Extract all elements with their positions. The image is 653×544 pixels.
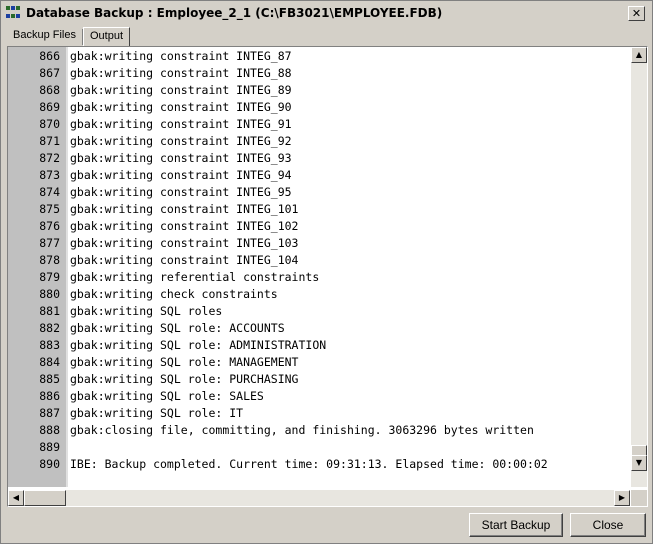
output-line: gbak:writing constraint INTEG_88 [70,66,292,80]
scroll-left-button[interactable]: ◀ [8,490,24,506]
output-line: gbak:closing file, committing, and finis… [70,423,534,437]
output-line: gbak:writing constraint INTEG_92 [70,134,292,148]
horizontal-scrollbar[interactable]: ◀ ▶ [8,490,630,506]
output-line: gbak:writing SQL role: ACCOUNTS [70,321,285,335]
output-line: gbak:writing constraint INTEG_90 [70,100,292,114]
output-line: gbak:writing constraint INTEG_93 [70,151,292,165]
output-line: gbak:writing constraint INTEG_102 [70,219,299,233]
window-title: Database Backup : Employee_2_1 (C:\FB302… [26,6,443,20]
output-line: gbak:writing SQL role: ADMINISTRATION [70,338,327,352]
line-number: 880 [39,287,60,301]
output-line: gbak:writing constraint INTEG_91 [70,117,292,131]
output-line: gbak:writing SQL role: MANAGEMENT [70,355,299,369]
line-number-gutter: 866 867 868 869 870 871 872 873 874 875 … [8,47,68,487]
close-window-button[interactable]: ✕ [628,6,645,21]
line-number: 884 [39,355,60,369]
output-line: gbak:writing constraint INTEG_94 [70,168,292,182]
line-number: 872 [39,151,60,165]
scroll-down-button[interactable]: ▼ [631,455,647,471]
scroll-right-button[interactable]: ▶ [614,490,630,506]
line-number: 870 [39,117,60,131]
close-button[interactable]: Close [570,513,646,537]
line-number: 890 [39,457,60,471]
scroll-up-button[interactable]: ▲ [631,47,647,63]
output-line: gbak:writing constraint INTEG_95 [70,185,292,199]
line-number: 881 [39,304,60,318]
output-line: gbak:writing constraint INTEG_103 [70,236,299,250]
line-number: 869 [39,100,60,114]
output-line: gbak:writing constraint INTEG_101 [70,202,299,216]
line-number: 874 [39,185,60,199]
title-bar: Database Backup : Employee_2_1 (C:\FB302… [3,3,650,23]
output-text-area[interactable]: gbak:writing constraint INTEG_87 gbak:wr… [70,47,630,487]
output-line: gbak:writing constraint INTEG_89 [70,83,292,97]
line-number: 868 [39,83,60,97]
line-number: 867 [39,66,60,80]
database-backup-icon [6,6,22,20]
start-backup-button[interactable]: Start Backup [469,513,563,537]
output-line: gbak:writing constraint INTEG_87 [70,49,292,63]
arrow-down-icon: ▼ [635,458,643,467]
tab-backup-files[interactable]: Backup Files [7,27,82,45]
line-number: 879 [39,270,60,284]
tab-bar: Backup Files Output [7,27,131,46]
line-number: 866 [39,49,60,63]
output-line: gbak:writing SQL roles [70,304,223,318]
output-line: gbak:writing SQL role: SALES [70,389,264,403]
output-line: gbak:writing SQL role: PURCHASING [70,372,299,386]
line-number: 886 [39,389,60,403]
line-number: 878 [39,253,60,267]
line-number: 877 [39,236,60,250]
arrow-left-icon: ◀ [12,493,20,502]
line-number: 875 [39,202,60,216]
output-line: gbak:writing referential constraints [70,270,320,284]
scrollbar-corner [631,490,647,506]
tab-output[interactable]: Output [82,27,131,46]
output-line: gbak:writing constraint INTEG_104 [70,253,299,267]
horizontal-scroll-thumb[interactable] [24,490,66,506]
arrow-up-icon: ▲ [635,50,643,59]
line-number: 876 [39,219,60,233]
output-editor[interactable]: 866 867 868 869 870 871 872 873 874 875 … [7,46,648,507]
close-icon: ✕ [631,7,642,20]
output-line: IBE: Backup completed. Current time: 09:… [70,457,548,471]
line-number: 889 [39,440,60,454]
line-number: 887 [39,406,60,420]
arrow-right-icon: ▶ [618,493,626,502]
line-number: 882 [39,321,60,335]
output-line: gbak:writing SQL role: IT [70,406,244,420]
line-number: 883 [39,338,60,352]
backup-window: Database Backup : Employee_2_1 (C:\FB302… [0,0,653,544]
vertical-scrollbar[interactable]: ▲ ▼ [631,47,647,487]
line-number: 873 [39,168,60,182]
output-line: gbak:writing check constraints [70,287,278,301]
line-number: 871 [39,134,60,148]
line-number: 885 [39,372,60,386]
line-number: 888 [39,423,60,437]
